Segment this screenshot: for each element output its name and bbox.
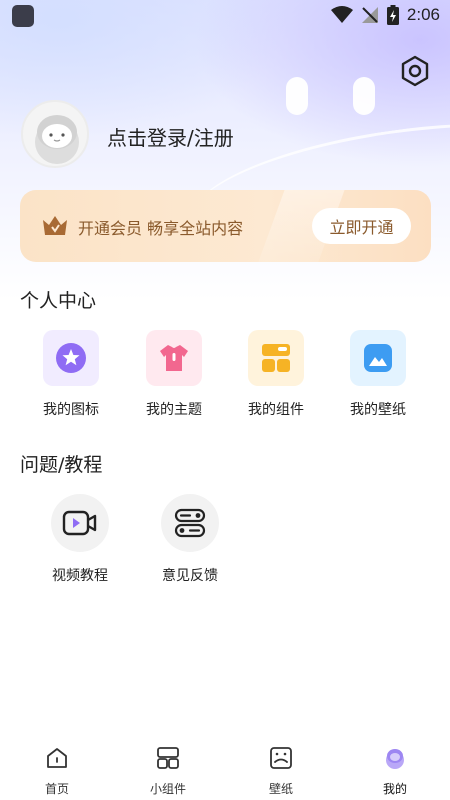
settings-button[interactable] (398, 54, 432, 88)
status-indicators: 2:06 (330, 4, 440, 26)
wallpaper-icon (270, 747, 292, 769)
my-widgets-tile (248, 330, 304, 386)
my-wallpapers-label: 我的壁纸 (350, 402, 406, 418)
image-icon (364, 344, 392, 372)
my-wallpapers-item[interactable]: 我的壁纸 (333, 330, 423, 419)
my-icons-tile (43, 330, 99, 386)
feedback-item[interactable]: 意见反馈 (145, 494, 235, 585)
login-register-link[interactable]: 点击登录/注册 (107, 122, 234, 151)
widgets-icon (262, 344, 290, 372)
my-icons-item[interactable]: 我的图标 (26, 330, 116, 419)
toggle-icon (174, 508, 206, 538)
my-wallpapers-tile (350, 330, 406, 386)
home-icon (47, 748, 67, 768)
tab-profile-label: 我的 (382, 782, 407, 796)
avatar[interactable] (21, 100, 89, 168)
gear-icon (401, 55, 429, 87)
crown-icon (43, 216, 67, 235)
status-time: 2:06 (406, 5, 440, 24)
signal-icon (361, 7, 378, 23)
shirt-icon (160, 345, 188, 371)
tab-widgets[interactable]: 小组件 (133, 746, 203, 797)
my-themes-label: 我的主题 (146, 402, 202, 418)
tab-home[interactable]: 首页 (22, 746, 92, 797)
tab-widgets-label: 小组件 (149, 782, 186, 796)
tab-wallpaper[interactable]: 壁纸 (246, 746, 316, 797)
help-tutorial-title: 问题/教程 (20, 454, 103, 476)
personal-center-title: 个人中心 (20, 290, 97, 312)
video-icon (62, 510, 97, 536)
widget-icon (157, 747, 179, 769)
battery-icon (386, 5, 399, 25)
status-bar: 2:06 (0, 0, 450, 30)
decorative-eye-left (286, 77, 308, 115)
my-themes-tile (146, 330, 202, 386)
video-tutorial-label: 视频教程 (52, 568, 108, 584)
my-widgets-item[interactable]: 我的组件 (231, 330, 321, 419)
activate-vip-button[interactable]: 立即开通 (312, 208, 411, 244)
video-tutorial-item[interactable]: 视频教程 (35, 494, 125, 585)
app-notification-icon (12, 5, 34, 27)
vip-banner[interactable]: 开通会员 畅享全站内容 立即开通 (20, 190, 431, 262)
tab-wallpaper-label: 壁纸 (268, 782, 293, 796)
my-themes-item[interactable]: 我的主题 (129, 330, 219, 419)
my-icons-label: 我的图标 (43, 402, 99, 418)
wifi-icon (330, 6, 353, 23)
vip-promo-text: 开通会员 畅享全站内容 (78, 219, 244, 238)
profile-icon (386, 749, 404, 769)
decorative-eye-right (353, 77, 375, 115)
feedback-circle (161, 494, 219, 552)
bottom-tab-bar: 首页 小组件 壁纸 我的 (0, 740, 450, 800)
feedback-label: 意见反馈 (162, 568, 218, 584)
tab-home-label: 首页 (44, 782, 69, 796)
video-tutorial-circle (51, 494, 109, 552)
my-widgets-label: 我的组件 (248, 402, 304, 418)
tab-profile[interactable]: 我的 (360, 746, 430, 797)
star-icon (56, 343, 86, 373)
